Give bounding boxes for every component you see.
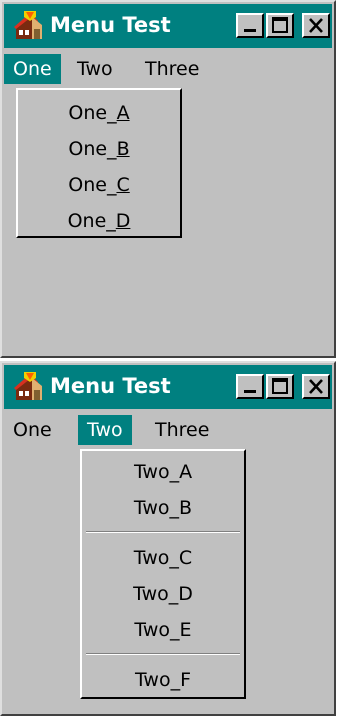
close-icon <box>309 379 323 394</box>
menu-one[interactable]: One <box>4 415 61 445</box>
menu-item-label: One_ <box>67 210 116 232</box>
menu-item-two-f[interactable]: Two_F <box>82 661 244 699</box>
title-bar[interactable]: Menu Test <box>4 365 332 409</box>
menu-item-two-b[interactable]: Two_B <box>82 489 244 527</box>
menu-item-two-e[interactable]: Two_E <box>82 611 244 649</box>
mnemonic-letter: C <box>116 174 130 196</box>
maximize-button[interactable] <box>266 13 294 38</box>
mnemonic-letter: B <box>116 138 130 160</box>
close-button[interactable] <box>302 13 330 38</box>
menu-two[interactable]: Two <box>78 415 132 445</box>
menu-test-window-1: Menu Test One Two Three One_A One_B One_… <box>0 0 336 358</box>
house-icon <box>14 372 42 400</box>
menu-item-label: One_ <box>68 174 117 196</box>
house-icon <box>14 11 42 39</box>
menu-item-label: One_ <box>68 138 117 160</box>
menu-item-one-b[interactable]: One_B <box>18 130 180 168</box>
menu-three[interactable]: Three <box>146 415 218 445</box>
menu-item-two-a[interactable]: Two_A <box>82 453 244 491</box>
menu-three[interactable]: Three <box>136 54 208 84</box>
menu-item-label: One_ <box>68 102 117 124</box>
menu-one[interactable]: One <box>4 54 61 84</box>
minimize-icon <box>244 390 256 393</box>
menu-item-one-c[interactable]: One_C <box>18 166 180 204</box>
menu-item-two-d[interactable]: Two_D <box>82 575 244 613</box>
title-bar[interactable]: Menu Test <box>4 4 332 48</box>
minimize-button[interactable] <box>236 13 264 38</box>
close-icon <box>309 18 323 33</box>
minimize-button[interactable] <box>236 374 264 399</box>
menu-item-one-a[interactable]: One_A <box>18 94 180 132</box>
window-title: Menu Test <box>50 13 171 37</box>
menu-separator <box>86 653 240 655</box>
window-title: Menu Test <box>50 374 171 398</box>
dropdown-two: Two_A Two_B Two_C Two_D Two_E Two_F <box>80 449 246 699</box>
dropdown-one: One_A One_B One_C One_D <box>16 88 182 238</box>
menu-test-window-2: Menu Test One Two Three Two_A Two_B Two_… <box>0 361 336 716</box>
mnemonic-letter: D <box>115 210 131 232</box>
mnemonic-letter: A <box>116 102 130 124</box>
minimize-icon <box>244 29 256 32</box>
menu-bar: One Two Three <box>4 413 332 447</box>
maximize-button[interactable] <box>266 374 294 399</box>
close-button[interactable] <box>302 374 330 399</box>
maximize-icon <box>272 378 288 394</box>
menu-item-two-c[interactable]: Two_C <box>82 539 244 577</box>
menu-bar: One Two Three <box>4 52 332 86</box>
menu-two[interactable]: Two <box>68 54 122 84</box>
menu-separator <box>86 531 240 533</box>
maximize-icon <box>272 17 288 33</box>
menu-item-one-d[interactable]: One_D <box>18 202 180 240</box>
